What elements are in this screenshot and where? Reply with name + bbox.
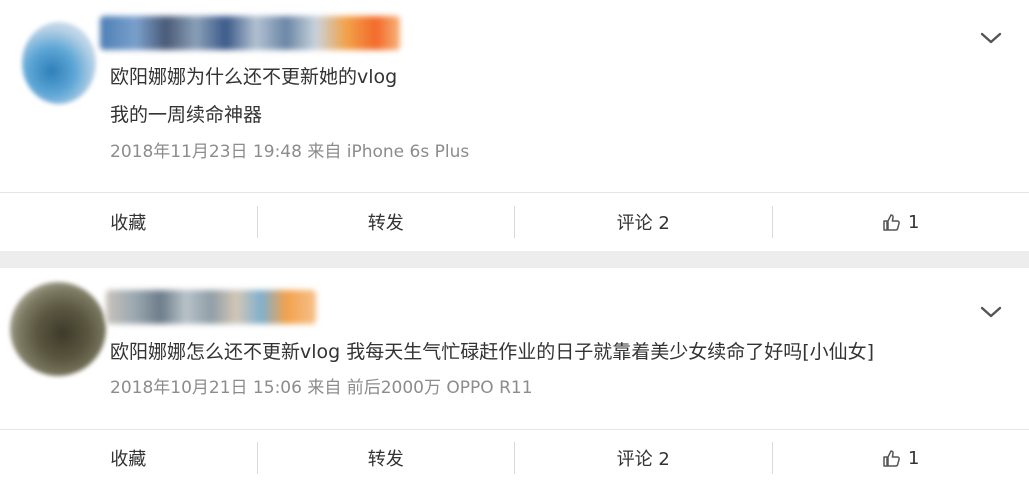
repost-label: 转发 — [368, 445, 404, 471]
action-bar: 收藏 转发 评论 2 1 — [0, 192, 1029, 251]
like-count: 1 — [908, 448, 919, 469]
repost-button[interactable]: 转发 — [258, 430, 515, 486]
thumbs-up-icon — [882, 212, 902, 232]
avatar[interactable] — [10, 282, 106, 376]
like-count: 1 — [908, 212, 919, 233]
comment-label: 评论 2 — [617, 445, 670, 471]
post-body: 欧阳娜娜怎么还不更新vlog 我每天生气忙碌赶作业的日子就靠着美少女续命了好吗[… — [0, 268, 1029, 429]
post-text-line: 欧阳娜娜怎么还不更新vlog 我每天生气忙碌赶作业的日子就靠着美少女续命了好吗[… — [110, 337, 874, 364]
like-button[interactable]: 1 — [773, 193, 1029, 251]
favorite-button[interactable]: 收藏 — [0, 430, 257, 486]
favorite-label: 收藏 — [110, 209, 146, 235]
action-bar: 收藏 转发 评论 2 1 — [0, 429, 1029, 486]
post-text-line: 欧阳娜娜为什么还不更新她的vlog — [110, 62, 397, 89]
post-card: 欧阳娜娜怎么还不更新vlog 我每天生气忙碌赶作业的日子就靠着美少女续命了好吗[… — [0, 268, 1029, 485]
like-button[interactable]: 1 — [773, 430, 1029, 486]
post-meta: 2018年10月21日 15:06 来自 前后2000万 OPPO R11 — [110, 373, 533, 398]
favorite-button[interactable]: 收藏 — [0, 193, 257, 251]
favorite-label: 收藏 — [110, 445, 146, 471]
avatar[interactable] — [22, 22, 96, 104]
post-body: 欧阳娜娜为什么还不更新她的vlog 我的一周续命神器 2018年11月23日 1… — [0, 0, 1029, 192]
chevron-down-icon[interactable] — [979, 30, 1003, 46]
post-meta: 2018年11月23日 19:48 来自 iPhone 6s Plus — [110, 137, 469, 162]
chevron-down-icon[interactable] — [979, 304, 1003, 320]
comment-button[interactable]: 评论 2 — [515, 430, 772, 486]
username-blurred[interactable] — [100, 16, 400, 50]
comment-button[interactable]: 评论 2 — [515, 193, 772, 251]
repost-button[interactable]: 转发 — [258, 193, 515, 251]
post-card: 欧阳娜娜为什么还不更新她的vlog 我的一周续命神器 2018年11月23日 1… — [0, 0, 1029, 250]
repost-label: 转发 — [368, 209, 404, 235]
comment-label: 评论 2 — [617, 209, 670, 235]
username-blurred[interactable] — [106, 290, 316, 324]
post-text-line: 我的一周续命神器 — [110, 100, 262, 127]
thumbs-up-icon — [882, 448, 902, 468]
